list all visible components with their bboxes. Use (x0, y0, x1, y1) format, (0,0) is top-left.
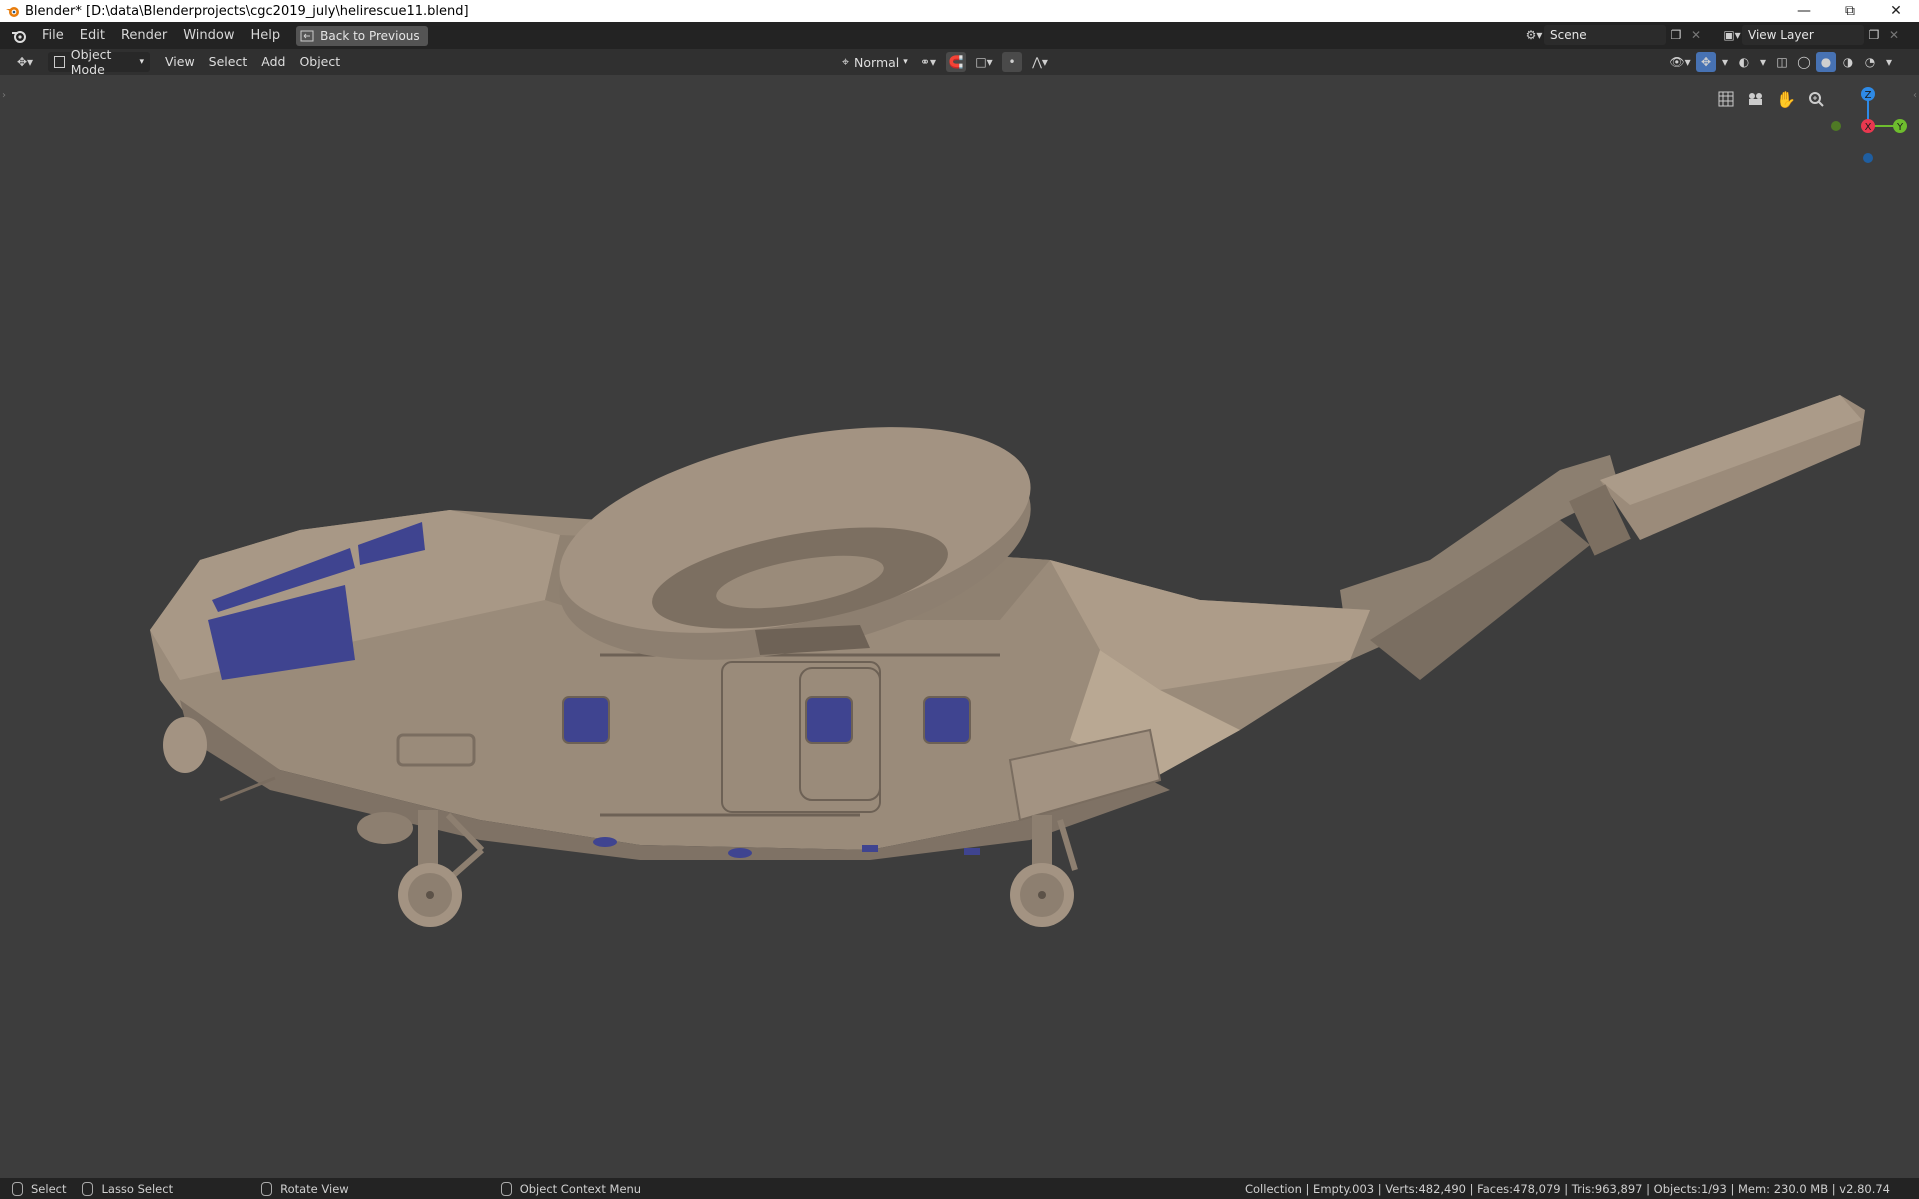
rendered-shading-icon[interactable]: ◔ (1860, 52, 1880, 72)
menu-window[interactable]: Window (175, 25, 242, 47)
menu-add[interactable]: Add (254, 52, 292, 72)
snap-target-icon[interactable]: □▾ (970, 52, 998, 72)
visibility-icon[interactable]: 👁▾ (1666, 52, 1694, 72)
minimize-button[interactable]: — (1781, 0, 1827, 22)
falloff-icon[interactable]: ⋀▾ (1026, 52, 1054, 72)
back-icon (300, 30, 314, 41)
status-select-label: Select (31, 1181, 67, 1196)
3d-viewport[interactable] (0, 75, 1919, 1186)
material-shading-icon[interactable]: ◑ (1838, 52, 1858, 72)
menu-object[interactable]: Object (292, 52, 347, 72)
xray-toggle-icon[interactable]: ◫ (1772, 52, 1792, 72)
view-layer-browse-icon[interactable]: ▣▾ (1722, 25, 1742, 45)
y-axis-label: Y (1896, 122, 1904, 133)
neg-z-axis-icon[interactable] (1863, 153, 1873, 163)
proportional-edit-icon[interactable]: • (1002, 52, 1022, 72)
back-to-previous-label: Back to Previous (320, 28, 420, 43)
window-title: Blender* [D:\data\Blenderprojects\cgc201… (25, 3, 469, 19)
menu-help[interactable]: Help (243, 25, 289, 47)
remove-view-layer-icon[interactable]: ✕ (1884, 25, 1904, 45)
editor-type-icon[interactable]: ✥▾ (10, 52, 40, 72)
view-layer-field[interactable]: View Layer (1742, 25, 1864, 45)
z-axis-label: Z (1865, 90, 1872, 101)
x-axis-label: X (1865, 122, 1872, 133)
pan-view-icon[interactable]: ✋ (1774, 87, 1798, 111)
neg-y-axis-icon[interactable] (1831, 121, 1841, 131)
gizmo-toggle-icon[interactable]: ✥ (1696, 52, 1716, 72)
menu-render[interactable]: Render (113, 25, 175, 47)
status-bar: Select Lasso Select Rotate View Object C… (0, 1178, 1919, 1199)
close-button[interactable]: ✕ (1873, 0, 1919, 22)
new-scene-icon[interactable]: ❐ (1666, 25, 1686, 45)
overlay-dropdown-icon[interactable]: ▾ (1756, 52, 1770, 72)
menu-file[interactable]: File (34, 25, 72, 47)
transform-orientation-dropdown[interactable]: ⌖ Normal ▾ (836, 52, 910, 72)
chevron-down-icon: ▾ (139, 57, 144, 67)
back-to-previous-button[interactable]: Back to Previous (296, 25, 428, 46)
mode-dropdown[interactable]: Object Mode ▾ (48, 47, 150, 77)
menu-edit[interactable]: Edit (72, 25, 113, 47)
status-rotate-label: Rotate View (280, 1181, 349, 1196)
mouse-left-icon (12, 1181, 23, 1196)
status-lasso-label: Lasso Select (101, 1181, 174, 1196)
navigation-gizmo[interactable]: Z Y X (1818, 84, 1910, 164)
camera-view-icon[interactable] (1744, 87, 1768, 111)
menu-select[interactable]: Select (202, 52, 255, 72)
orientation-label: Normal (854, 54, 900, 70)
status-context-menu: Object Context Menu (500, 1181, 642, 1196)
remove-scene-icon[interactable]: ✕ (1686, 25, 1706, 45)
view-layer-selector: ▣▾ View Layer ❐ ✕ (1722, 25, 1904, 45)
status-rotate: Rotate View (261, 1181, 349, 1196)
scene-browse-icon[interactable]: ⚙▾ (1524, 25, 1544, 45)
scene-selector: ⚙▾ Scene ❐ ✕ (1524, 25, 1706, 45)
snap-icon[interactable]: 🧲 (946, 52, 966, 72)
blender-menu-icon[interactable] (10, 27, 28, 45)
blender-logo-icon (6, 7, 19, 17)
overlay-toggle-icon[interactable]: ◐ (1734, 52, 1754, 72)
helicopter-model[interactable] (0, 75, 1919, 1186)
orientation-icon: ⌖ (842, 54, 850, 69)
grid-view-icon[interactable] (1714, 87, 1738, 111)
status-lasso: Lasso Select (82, 1181, 174, 1196)
sidebar-expand-icon[interactable]: ‹ (1913, 90, 1917, 101)
status-context-label: Object Context Menu (519, 1181, 642, 1196)
shading-dropdown-icon[interactable]: ▾ (1882, 52, 1896, 72)
mouse-drag-icon (82, 1181, 94, 1196)
mode-label: Object Mode (70, 47, 112, 77)
viewport-header: ✥▾ Object Mode ▾ View Select Add Object … (0, 47, 1919, 77)
gizmo-dropdown-icon[interactable]: ▾ (1718, 52, 1732, 72)
mouse-right-icon (500, 1181, 512, 1196)
restore-button[interactable]: ⧉ (1827, 0, 1873, 22)
menu-view[interactable]: View (158, 52, 202, 72)
chevron-down-icon: ▾ (903, 57, 908, 67)
viewport-nav-tools: ✋ (1714, 87, 1828, 111)
scene-statistics: Collection | Empty.003 | Verts:482,490 |… (1244, 1181, 1890, 1196)
object-mode-icon (54, 56, 65, 68)
pivot-point-icon[interactable]: ⚭▾ (914, 52, 942, 72)
toolbar-expand-icon[interactable]: › (2, 90, 6, 101)
scene-name-field[interactable]: Scene (1544, 25, 1666, 45)
window-titlebar: Blender* [D:\data\Blenderprojects\cgc201… (0, 0, 1919, 22)
mouse-middle-icon (261, 1181, 273, 1196)
wireframe-shading-icon[interactable]: ◯ (1794, 52, 1814, 72)
solid-shading-icon[interactable]: ● (1816, 52, 1836, 72)
status-select: Select (12, 1181, 67, 1196)
new-view-layer-icon[interactable]: ❐ (1864, 25, 1884, 45)
